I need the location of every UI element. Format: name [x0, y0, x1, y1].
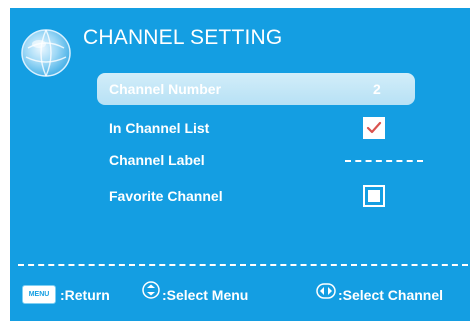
page-title: CHANNEL SETTING	[83, 26, 283, 49]
checkmark-icon	[366, 121, 382, 134]
up-down-arrow-icon	[142, 281, 160, 299]
channel-label-empty-value	[345, 160, 423, 162]
menu-key-icon: MENU	[22, 285, 56, 304]
footer-hints: MENU :Return :Select Menu :Select Channe…	[10, 278, 470, 308]
menu-item-channel-label[interactable]: Channel Label	[97, 144, 423, 176]
menu-item-channel-number[interactable]: Channel Number 2	[97, 73, 415, 105]
menu-item-label: Channel Number	[109, 81, 222, 97]
menu-item-in-channel-list[interactable]: In Channel List	[97, 112, 415, 144]
select-channel-hint: :Select Channel	[338, 287, 444, 303]
menu-item-label: Channel Label	[109, 152, 205, 168]
favorite-channel-checkbox[interactable]	[363, 185, 385, 207]
channel-number-value: 2	[373, 81, 381, 97]
menu-item-favorite-channel[interactable]: Favorite Channel	[97, 180, 415, 212]
in-channel-list-checkbox[interactable]	[363, 117, 385, 139]
footer-divider	[18, 264, 468, 266]
return-hint: :Return	[60, 287, 110, 303]
menu-item-label: Favorite Channel	[109, 188, 223, 204]
channel-setting-screen: CHANNEL SETTING Channel Number 2 In Chan…	[10, 8, 470, 321]
select-menu-hint: :Select Menu	[162, 287, 249, 303]
globe-icon	[21, 29, 71, 77]
menu-item-label: In Channel List	[109, 120, 210, 136]
left-right-arrow-icon	[316, 283, 336, 299]
